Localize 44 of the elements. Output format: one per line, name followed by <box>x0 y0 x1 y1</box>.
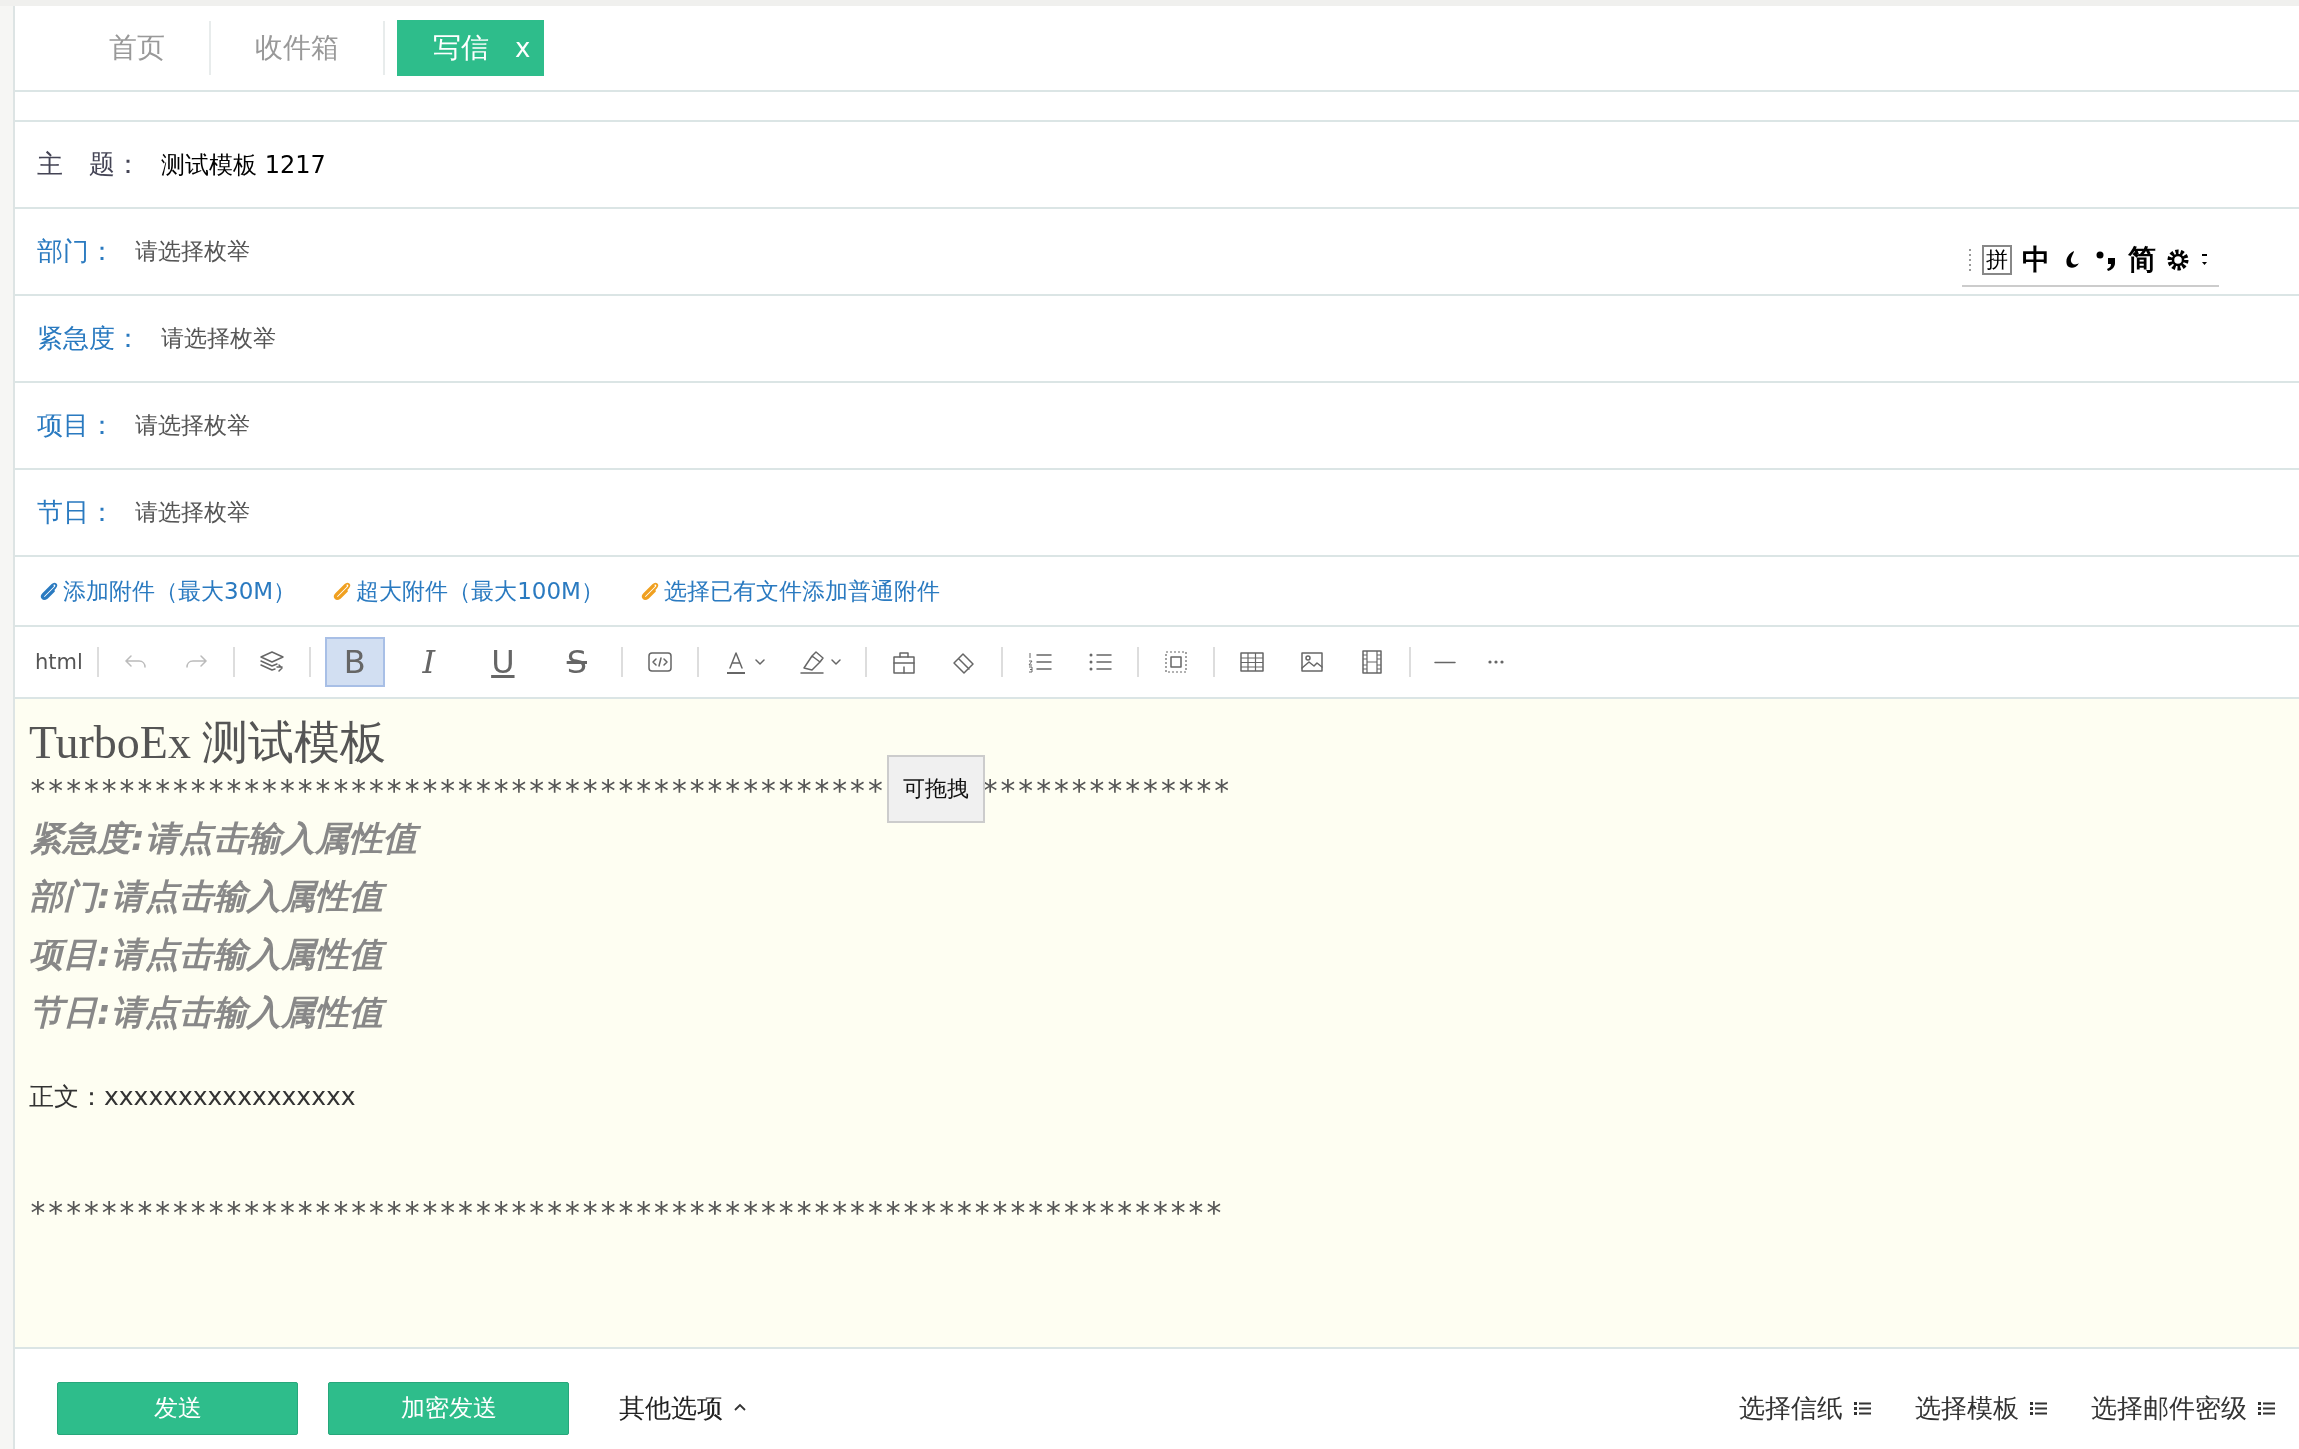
more-icon <box>1487 660 1504 664</box>
select-field[interactable]: 请选择枚举 <box>135 410 250 441</box>
picker-button[interactable]: 选择邮件密级 <box>2091 1390 2275 1426</box>
attachment-link[interactable]: 选择已有文件添加普通附件 <box>637 575 940 607</box>
property-line[interactable]: 部门:请点击输入属性值 <box>29 867 2285 925</box>
document-title: TurboEx 测试模板 <box>29 716 388 770</box>
select-field[interactable]: 请选择枚举 <box>135 236 250 267</box>
drag-tooltip[interactable]: 可拖拽 <box>887 755 985 823</box>
italic-button[interactable]: I <box>398 637 459 687</box>
attachment-link[interactable]: 超大附件（最大100M） <box>330 575 604 607</box>
html-button[interactable]: html <box>35 650 83 674</box>
strikethrough-button[interactable]: S <box>546 637 607 687</box>
field-label: 紧急度： <box>37 322 141 355</box>
property-line[interactable]: 节日:请点击输入属性值 <box>29 983 2285 1041</box>
field-label: 项目： <box>37 409 115 442</box>
body-text: 正文：xxxxxxxxxxxxxxxxx <box>29 1081 357 1113</box>
ime-mode-button[interactable]: 拼 <box>1982 244 2012 275</box>
ime-script-button[interactable]: 简 <box>2128 240 2156 279</box>
list-icon <box>2029 1399 2047 1417</box>
list-icon <box>2257 1399 2275 1417</box>
select-field[interactable]: 请选择枚举 <box>161 323 276 354</box>
field-label: 节日： <box>37 496 115 529</box>
bold-button[interactable]: B <box>324 637 385 687</box>
more-options-button[interactable]: 其他选项 <box>619 1390 747 1426</box>
picker-button[interactable]: 选择模板 <box>1915 1390 2047 1426</box>
underline-button[interactable]: U <box>472 637 533 687</box>
field-label: 部门： <box>37 235 115 268</box>
horizontal-rule-icon <box>1433 660 1456 664</box>
grip-icon[interactable] <box>1968 247 1972 272</box>
field-label: 主 题： <box>37 148 141 181</box>
caret-icon <box>753 656 766 668</box>
ime-language-button[interactable]: 中 <box>2022 240 2050 279</box>
picker-button[interactable]: 选择信纸 <box>1739 1390 1871 1426</box>
select-field[interactable]: 请选择枚举 <box>135 497 250 528</box>
editor-area[interactable] <box>15 699 2299 1349</box>
caret-icon <box>829 656 842 668</box>
asterisk-rule: ************************************************ <box>29 773 885 809</box>
property-line[interactable]: 项目:请点击输入属性值 <box>29 925 2285 983</box>
highlight-icon <box>797 648 826 676</box>
attachment-link[interactable]: 添加附件（最大30M） <box>37 575 297 607</box>
asterisk-rule: ******************************************************************* <box>29 1195 1223 1231</box>
list-icon <box>1853 1399 1871 1417</box>
settings-icon[interactable] <box>2166 247 2190 272</box>
subject-field[interactable]: 测试模板 1217 <box>161 148 326 181</box>
